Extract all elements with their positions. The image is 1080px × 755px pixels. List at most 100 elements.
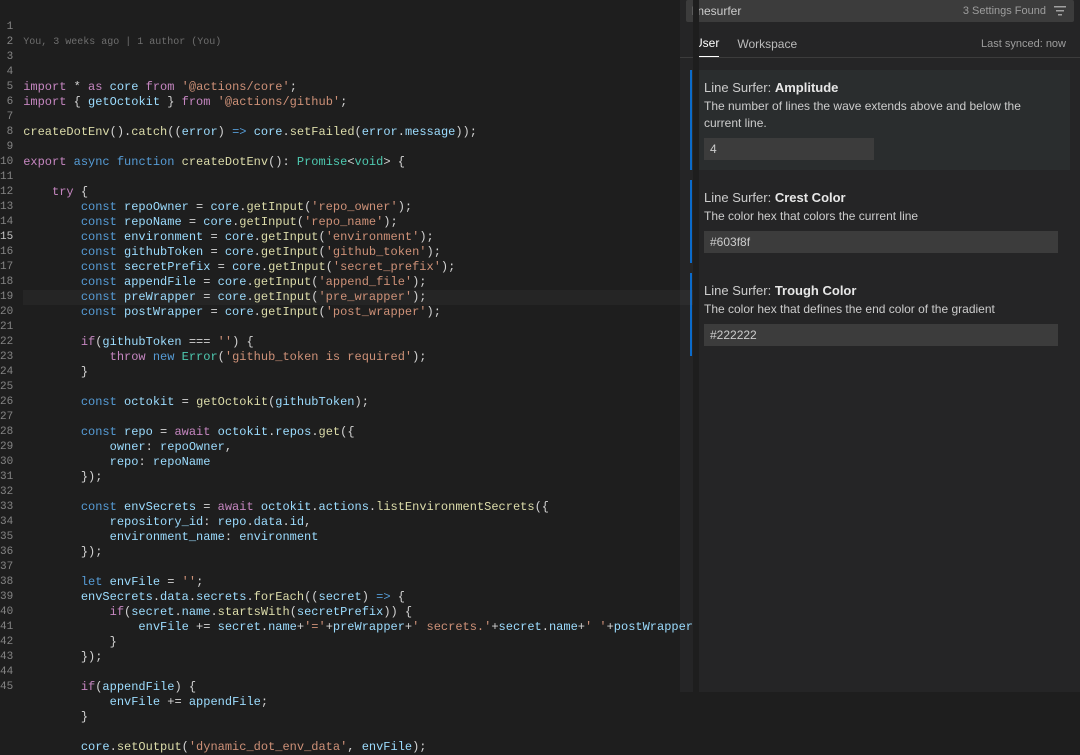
setting-description: The color hex that colors the current li… [704, 208, 1058, 225]
blame-annotation: You, 3 weeks ago | 1 author (You) [23, 35, 693, 50]
line-number-gutter: 1234567891011121314151617181920212223242… [0, 0, 23, 692]
setting-value-input[interactable] [704, 231, 1058, 253]
code-line[interactable] [23, 320, 693, 335]
line-number: 31 [0, 470, 13, 485]
code-line[interactable]: envSecrets.data.secrets.forEach((secret)… [23, 590, 693, 605]
setting-value-input[interactable] [704, 324, 1058, 346]
line-number: 20 [0, 305, 13, 320]
code-line[interactable] [23, 170, 693, 185]
code-line[interactable]: } [23, 710, 693, 725]
settings-search-bar: 3 Settings Found [686, 0, 1074, 22]
code-line[interactable]: } [23, 365, 693, 380]
code-line[interactable]: const postWrapper = core.getInput('post_… [23, 305, 693, 320]
code-line[interactable] [23, 140, 693, 155]
minimap[interactable] [693, 0, 699, 692]
line-number: 34 [0, 515, 13, 530]
filter-icon[interactable] [1052, 3, 1068, 19]
line-number: 19 [0, 290, 13, 305]
line-number: 7 [0, 110, 13, 125]
line-number: 44 [0, 665, 13, 680]
code-line[interactable]: core.setOutput('dynamic_dot_env_data', e… [23, 740, 693, 755]
settings-pane: 3 Settings Found User Workspace Last syn… [680, 0, 1080, 692]
setting-title: Line Surfer: Amplitude [704, 80, 1058, 95]
line-number: 11 [0, 170, 13, 185]
line-number: 45 [0, 680, 13, 695]
line-number: 42 [0, 635, 13, 650]
settings-body: Line Surfer: Amplitude The number of line… [680, 58, 1080, 692]
code-line[interactable]: throw new Error('github_token is require… [23, 350, 693, 365]
line-number: 15 [0, 230, 13, 245]
code-line[interactable] [23, 725, 693, 740]
code-line[interactable] [23, 485, 693, 500]
code-line[interactable]: const octokit = getOctokit(githubToken); [23, 395, 693, 410]
setting-value-input[interactable] [704, 138, 874, 160]
code-line[interactable]: environment_name: environment [23, 530, 693, 545]
code-line[interactable]: } [23, 635, 693, 650]
settings-search-input[interactable] [692, 4, 963, 18]
line-number: 40 [0, 605, 13, 620]
code-line[interactable]: const repoOwner = core.getInput('repo_ow… [23, 200, 693, 215]
line-number: 16 [0, 245, 13, 260]
line-number: 26 [0, 395, 13, 410]
code-line[interactable]: }); [23, 545, 693, 560]
settings-tabs: User Workspace Last synced: now [680, 22, 1080, 58]
setting-title: Line Surfer: Trough Color [704, 283, 1058, 298]
setting-item: Line Surfer: Trough ColorThe color hex t… [690, 273, 1070, 356]
code-line[interactable]: try { [23, 185, 693, 200]
setting-title: Line Surfer: Crest Color [704, 190, 1058, 205]
setting-description: The number of lines the wave extends abo… [704, 98, 1058, 132]
line-number: 38 [0, 575, 13, 590]
line-number: 3 [0, 50, 13, 65]
code-line[interactable]: import * as core from '@actions/core'; [23, 80, 693, 95]
code-line[interactable]: import { getOctokit } from '@actions/git… [23, 95, 693, 110]
code-line[interactable] [23, 560, 693, 575]
line-number: 21 [0, 320, 13, 335]
code-line[interactable] [23, 410, 693, 425]
code-line[interactable]: owner: repoOwner, [23, 440, 693, 455]
line-number: 43 [0, 650, 13, 665]
code-line[interactable]: if(secret.name.startsWith(secretPrefix))… [23, 605, 693, 620]
code-line[interactable]: const envSecrets = await octokit.actions… [23, 500, 693, 515]
line-number: 14 [0, 215, 13, 230]
line-number: 37 [0, 560, 13, 575]
line-number: 17 [0, 260, 13, 275]
line-number: 33 [0, 500, 13, 515]
line-number: 23 [0, 350, 13, 365]
code-line[interactable] [23, 110, 693, 125]
code-line[interactable]: envFile += appendFile; [23, 695, 693, 710]
line-number: 9 [0, 140, 13, 155]
code-line[interactable]: const environment = core.getInput('envir… [23, 230, 693, 245]
editor-pane: 1234567891011121314151617181920212223242… [0, 0, 680, 692]
line-number: 1 [0, 20, 13, 35]
code-line[interactable]: createDotEnv().catch((error) => core.set… [23, 125, 693, 140]
code-line[interactable]: const secretPrefix = core.getInput('secr… [23, 260, 693, 275]
line-number: 39 [0, 590, 13, 605]
tab-workspace[interactable]: Workspace [737, 31, 797, 57]
code-line[interactable] [23, 380, 693, 395]
line-number: 32 [0, 485, 13, 500]
line-number: 28 [0, 425, 13, 440]
code-line[interactable]: const appendFile = core.getInput('append… [23, 275, 693, 290]
code-line[interactable]: }); [23, 470, 693, 485]
line-number: 24 [0, 365, 13, 380]
code-line[interactable]: repository_id: repo.data.id, [23, 515, 693, 530]
code-line[interactable]: if(appendFile) { [23, 680, 693, 695]
code-line[interactable]: const preWrapper = core.getInput('pre_wr… [23, 290, 693, 305]
code-line[interactable]: let envFile = ''; [23, 575, 693, 590]
setting-item: Line Surfer: Amplitude The number of line… [690, 70, 1070, 170]
line-number: 36 [0, 545, 13, 560]
code-line[interactable]: }); [23, 650, 693, 665]
line-number: 5 [0, 80, 13, 95]
line-number: 25 [0, 380, 13, 395]
code-line[interactable]: const repoName = core.getInput('repo_nam… [23, 215, 693, 230]
code-line[interactable]: repo: repoName [23, 455, 693, 470]
code-line[interactable]: envFile += secret.name+'='+preWrapper+' … [23, 620, 693, 635]
code-line[interactable] [23, 665, 693, 680]
code-line[interactable]: const githubToken = core.getInput('githu… [23, 245, 693, 260]
settings-sync-status: Last synced: now [981, 38, 1066, 50]
setting-item: Line Surfer: Crest Color The color hex th… [690, 180, 1070, 263]
code-line[interactable]: export async function createDotEnv(): Pr… [23, 155, 693, 170]
code-line[interactable]: const repo = await octokit.repos.get({ [23, 425, 693, 440]
code-area[interactable]: You, 3 weeks ago | 1 author (You) import… [23, 0, 693, 692]
code-line[interactable]: if(githubToken === '') { [23, 335, 693, 350]
